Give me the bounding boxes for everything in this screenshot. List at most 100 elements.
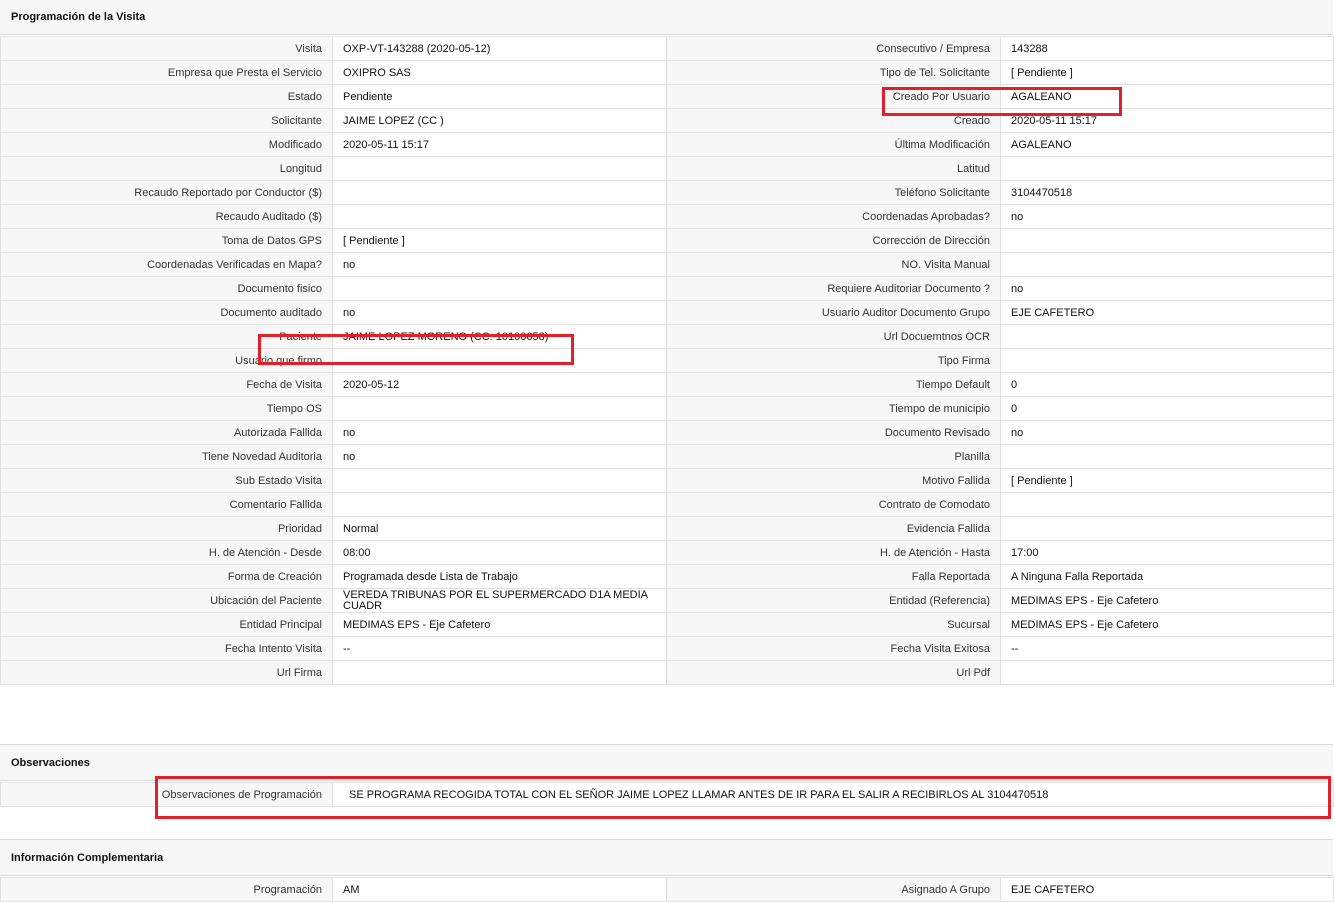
field-label: Url Firma (0, 660, 333, 685)
field-label: Fecha Visita Exitosa (666, 636, 1001, 661)
table-row: Estado Pendiente Creado Por Usuario AGALEAN… (0, 84, 1334, 109)
field-value (332, 396, 667, 421)
table-row: Prioridad Normal Evidencia Fallida (0, 516, 1334, 541)
complementaria-table: Programación AM Asignado A Grupo EJE CAFETE… (0, 877, 1334, 902)
field-label: Coordenadas Verificadas en Mapa? (0, 252, 333, 277)
field-label: Contrato de Comodato (666, 492, 1001, 517)
field-label: NO. Visita Manual (666, 252, 1001, 277)
field-label: Longitud (0, 156, 333, 181)
field-value (1000, 228, 1334, 253)
field-label: Usuario Auditor Documento Grupo (666, 300, 1001, 325)
section-title: Observaciones (11, 757, 90, 769)
field-value: -- (332, 636, 667, 661)
field-value (332, 660, 667, 685)
field-label: Prioridad (0, 516, 333, 541)
table-row: Usuario que firmo Tipo Firma (0, 348, 1334, 373)
field-value: [ Pendiente ] (332, 228, 667, 253)
field-label: Sucursal (666, 612, 1001, 637)
field-value: VEREDA TRIBUNAS POR EL SUPERMERCADO D1A … (332, 588, 667, 613)
table-row: Recaudo Reportado por Conductor ($) Teléf… (0, 180, 1334, 205)
field-value: -- (1000, 636, 1334, 661)
field-label: Tiempo Default (666, 372, 1001, 397)
field-label: Fecha de Visita (0, 372, 333, 397)
field-value: AGALEANO (1000, 84, 1334, 109)
field-label: Ubicación del Paciente (0, 588, 333, 613)
field-value (332, 276, 667, 301)
field-value: MEDIMAS EPS - Eje Cafetero (1000, 588, 1334, 613)
table-row: H. de Atención - Desde 08:00 H. de Atenció… (0, 540, 1334, 565)
field-value: no (332, 420, 667, 445)
field-value: 0 (1000, 372, 1334, 397)
field-label: Tipo Firma (666, 348, 1001, 373)
section-header-programacion: Programación de la Visita (0, 0, 1333, 35)
field-label: Última Modificación (666, 132, 1001, 157)
field-label: Asignado A Grupo (666, 877, 1001, 902)
table-row: Ubicación del Paciente VEREDA TRIBUNAS PO… (0, 588, 1334, 613)
field-value (1000, 492, 1334, 517)
table-row: Empresa que Presta el Servicio OXIPRO SAS… (0, 60, 1334, 85)
field-value: [ Pendiente ] (1000, 468, 1334, 493)
table-row: Modificado 2020-05-11 15:17 Última Modific… (0, 132, 1334, 157)
field-value (1000, 324, 1334, 349)
field-label: Autorizada Fallida (0, 420, 333, 445)
table-row: Longitud Latitud (0, 156, 1334, 181)
field-value: no (332, 444, 667, 469)
field-value (332, 348, 667, 373)
field-label: Visita (0, 36, 333, 61)
field-label: Recaudo Auditado ($) (0, 204, 333, 229)
field-value (332, 468, 667, 493)
field-value (1000, 252, 1334, 277)
table-row: Recaudo Auditado ($) Coordenadas Aprobada… (0, 204, 1334, 229)
field-value: 17:00 (1000, 540, 1334, 565)
field-label: H. de Atención - Desde (0, 540, 333, 565)
field-label: Tipo de Tel. Solicitante (666, 60, 1001, 85)
field-label: Documento fisico (0, 276, 333, 301)
field-value (1000, 660, 1334, 685)
field-value: 08:00 (332, 540, 667, 565)
field-value: Normal (332, 516, 667, 541)
field-label: Tiene Novedad Auditoria (0, 444, 333, 469)
table-row: Entidad Principal MEDIMAS EPS - Eje Cafet… (0, 612, 1334, 637)
field-value: [ Pendiente ] (1000, 60, 1334, 85)
field-label: Solicitante (0, 108, 333, 133)
field-value: OXIPRO SAS (332, 60, 667, 85)
field-value: 143288 (1000, 36, 1334, 61)
field-value: no (1000, 276, 1334, 301)
field-label: Modificado (0, 132, 333, 157)
table-row: Autorizada Fallida no Documento Revisado … (0, 420, 1334, 445)
field-label: Toma de Datos GPS (0, 228, 333, 253)
section-header-observaciones: Observaciones (0, 744, 1333, 781)
programacion-table: Visita OXP-VT-143288 (2020-05-12) Consecut… (0, 36, 1334, 685)
field-value (1000, 156, 1334, 181)
table-row: Tiempo OS Tiempo de municipio 0 (0, 396, 1334, 421)
section-title: Programación de la Visita (11, 11, 146, 23)
field-label: Sub Estado Visita (0, 468, 333, 493)
table-row: Comentario Fallida Contrato de Comodato (0, 492, 1334, 517)
field-value: A Ninguna Falla Reportada (1000, 564, 1334, 589)
table-row: Fecha de Visita 2020-05-12 Tiempo Default… (0, 372, 1334, 397)
section-title: Información Complementaria (11, 852, 164, 864)
field-value: MEDIMAS EPS - Eje Cafetero (332, 612, 667, 637)
field-label: Tiempo OS (0, 396, 333, 421)
field-label: Latitud (666, 156, 1001, 181)
field-label: Entidad Principal (0, 612, 333, 637)
field-label: Forma de Creación (0, 564, 333, 589)
field-value: no (1000, 204, 1334, 229)
table-row: Fecha Intento Visita -- Fecha Visita Exit… (0, 636, 1334, 661)
field-label: Motivo Fallida (666, 468, 1001, 493)
table-row: Solicitante JAIME LOPEZ (CC ) Creado 2020-0… (0, 108, 1334, 133)
table-row: Coordenadas Verificadas en Mapa? no NO. V… (0, 252, 1334, 277)
table-row: Visita OXP-VT-143288 (2020-05-12) Consecut… (0, 36, 1334, 61)
field-label: Tiempo de municipio (666, 396, 1001, 421)
field-label: Planilla (666, 444, 1001, 469)
field-label: Creado Por Usuario (666, 84, 1001, 109)
field-value: AM (332, 877, 667, 902)
table-row: Toma de Datos GPS[ Pendiente ] Corrección… (0, 228, 1334, 253)
field-value: EJE CAFETERO (1000, 877, 1334, 902)
field-label: Programación (0, 877, 333, 902)
field-value: JAIME LOPEZ MORENO (CC: 10100658) (332, 324, 667, 349)
field-value: 2020-05-11 15:17 (1000, 108, 1334, 133)
field-value: MEDIMAS EPS - Eje Cafetero (1000, 612, 1334, 637)
field-value: JAIME LOPEZ (CC ) (332, 108, 667, 133)
field-label: Observaciones de Programación (0, 782, 333, 807)
